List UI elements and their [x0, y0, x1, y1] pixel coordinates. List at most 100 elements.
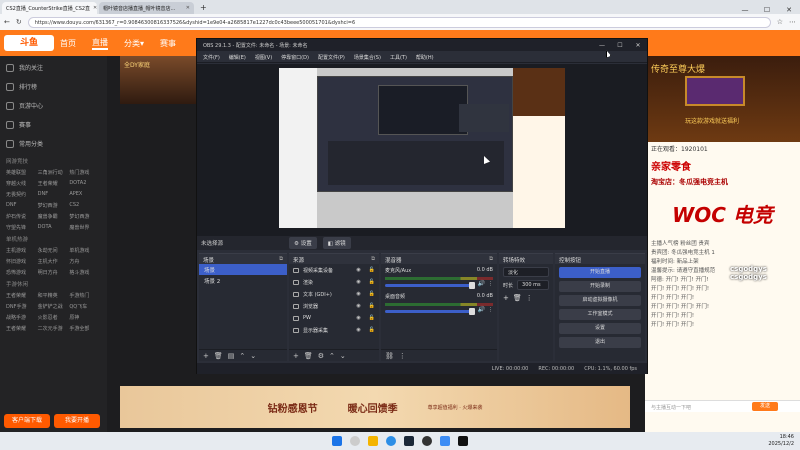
category-link[interactable]: 手游热门 — [69, 292, 101, 299]
eye-icon[interactable]: ◉ — [356, 327, 360, 333]
dock-menu-icon[interactable]: ⧉ — [371, 256, 375, 262]
download-client-button[interactable]: 客户端下载 — [4, 414, 50, 428]
category-link[interactable]: 方舟 — [69, 258, 101, 265]
start-streaming-button[interactable]: 开始直播 — [559, 267, 641, 278]
duration-field[interactable]: 300 ms — [517, 280, 549, 290]
more-icon[interactable]: ⋮ — [526, 294, 533, 302]
new-tab-icon[interactable]: + — [200, 3, 207, 12]
source-item[interactable]: 渲染 ◉ 🔓 — [289, 276, 379, 288]
category-link[interactable]: 明日方舟 — [38, 269, 70, 276]
menu-docks[interactable]: 停靠窗口(D) — [281, 54, 309, 61]
refresh-icon[interactable]: ↻ — [16, 18, 22, 26]
dock-menu-icon[interactable]: ⧉ — [279, 256, 283, 262]
category-link[interactable]: 恐怖游戏 — [6, 269, 38, 276]
source-item[interactable]: 视频采集设备 ◉ 🔓 — [289, 264, 379, 276]
eye-icon[interactable]: ◉ — [356, 303, 360, 309]
star-icon[interactable]: ☆ — [777, 18, 783, 26]
add-icon[interactable]: + — [503, 294, 509, 302]
edge-browser-icon[interactable] — [386, 436, 396, 446]
add-icon[interactable]: + — [203, 352, 209, 360]
filters-button[interactable]: ◧ 滤镜 — [322, 237, 351, 249]
lock-icon[interactable]: 🔓 — [369, 291, 375, 297]
category-link[interactable]: 主机游戏 — [6, 247, 38, 254]
lock-icon[interactable]: 🔓 — [369, 279, 375, 285]
lock-icon[interactable]: 🔓 — [369, 267, 375, 273]
close-icon[interactable]: ✕ — [93, 5, 97, 11]
category-link[interactable]: DNF手游 — [6, 303, 38, 310]
category-link[interactable]: QQ飞车 — [69, 303, 101, 310]
preview-canvas[interactable] — [279, 68, 565, 228]
shop-ad[interactable]: 亲家零食 — [645, 155, 800, 175]
start-stream-button[interactable]: 我要开播 — [54, 414, 100, 428]
sidebar-item-common[interactable]: 常用分类 — [6, 134, 101, 153]
close-icon[interactable]: ✕ — [778, 6, 800, 14]
lock-icon[interactable]: 🔓 — [369, 315, 375, 321]
category-link[interactable]: APEX — [69, 191, 101, 198]
studio-mode-button[interactable]: 工作室模式 — [559, 309, 641, 320]
category-link[interactable]: 单机游戏 — [69, 247, 101, 254]
category-link[interactable]: 守望先锋 — [6, 224, 38, 231]
category-link[interactable]: 永劫无间 — [38, 247, 70, 254]
category-link[interactable]: DOTA — [38, 224, 70, 231]
promo-banner[interactable]: 钻粉感恩节 暖心回馈季 尊享超值福利 · 火爆来袭 — [120, 386, 630, 428]
category-link[interactable]: 无畏契约 — [6, 191, 38, 198]
taobao-ad[interactable]: 淘宝店：冬瓜强电竞主机 — [645, 175, 800, 188]
browser-tab[interactable]: CS2直播_CounterStrike直播_CS2直 ✕ — [2, 2, 97, 14]
category-link[interactable]: 英雄联盟 — [6, 169, 38, 176]
down-icon[interactable]: ⌄ — [340, 352, 346, 360]
game-ad[interactable]: 传奇至尊大爆 玩这款游戏就送福利 — [645, 56, 800, 142]
settings-button[interactable]: 设置 — [559, 323, 641, 334]
more-icon[interactable]: ⋮ — [399, 352, 406, 360]
eye-icon[interactable]: ◉ — [356, 267, 360, 273]
lock-icon[interactable]: 🔓 — [369, 327, 375, 333]
search-icon[interactable] — [350, 436, 360, 446]
steam-icon[interactable] — [404, 436, 414, 446]
category-link[interactable]: DNF — [38, 191, 70, 198]
add-icon[interactable]: + — [293, 352, 299, 360]
sidebar-item-follow[interactable]: 我的关注 — [6, 58, 101, 77]
zed-icon[interactable] — [458, 436, 468, 446]
close-icon[interactable]: ✕ — [629, 42, 647, 49]
link-icon[interactable]: ⛓ — [385, 352, 394, 360]
category-link[interactable]: DNF — [6, 202, 38, 209]
category-link[interactable]: 主机大作 — [38, 258, 70, 265]
streamer-banner[interactable]: 全DY家庭 — [120, 56, 200, 104]
category-link[interactable]: 手游全部 — [69, 325, 101, 332]
gear-icon[interactable]: ⚙ — [318, 352, 324, 360]
source-item[interactable]: 显示器采集 ◉ 🔓 — [289, 324, 379, 336]
category-link[interactable]: 王者荣耀 — [6, 325, 38, 332]
eye-icon[interactable]: ◉ — [356, 315, 360, 321]
scene-item[interactable]: 场景 — [199, 264, 287, 275]
virtual-camera-button[interactable]: 启动虚拟摄像机 — [559, 295, 641, 306]
exit-button[interactable]: 退出 — [559, 337, 641, 348]
start-recording-button[interactable]: 开始录制 — [559, 281, 641, 292]
sidebar-item-games[interactable]: 页游中心 — [6, 96, 101, 115]
url-field[interactable]: https://www.douyu.com/631367_r=0.9084630… — [27, 16, 771, 28]
category-link[interactable]: 热门游戏 — [69, 169, 101, 176]
nav-live[interactable]: 直播 — [92, 37, 108, 50]
scene-item[interactable]: 场景 2 — [199, 275, 287, 286]
menu-profile[interactable]: 配置文件(P) — [318, 54, 345, 61]
site-logo[interactable]: 斗鱼 — [4, 35, 54, 51]
browser-tab[interactable]: 帽叶镜音店播直播_帽叶镜音店... ✕ — [99, 2, 194, 14]
properties-button[interactable]: ⚙ 设置 — [289, 237, 317, 249]
volume-slider[interactable] — [385, 281, 475, 289]
source-item[interactable]: 文本 (GDI+) ◉ 🔓 — [289, 288, 379, 300]
category-link[interactable]: DOTA2 — [69, 180, 101, 187]
category-link[interactable]: 二次元手游 — [38, 325, 70, 332]
trash-icon[interactable]: 🗑 — [304, 352, 313, 360]
category-link[interactable]: 王者荣耀 — [6, 292, 38, 299]
category-link[interactable]: 魔兽世界 — [69, 224, 101, 231]
volume-slider[interactable] — [385, 307, 475, 315]
menu-help[interactable]: 帮助(H) — [416, 54, 434, 61]
category-link[interactable]: CS2 — [69, 202, 101, 209]
nav-category[interactable]: 分类▾ — [124, 38, 144, 49]
source-item[interactable]: 浏览器 ◉ 🔓 — [289, 300, 379, 312]
category-link[interactable]: 金铲铲之战 — [38, 303, 70, 310]
category-link[interactable]: 格斗游戏 — [69, 269, 101, 276]
app-icon[interactable] — [440, 436, 450, 446]
down-icon[interactable]: ⌄ — [250, 352, 256, 360]
category-link[interactable]: 和平精英 — [38, 292, 70, 299]
sidebar-item-rank[interactable]: 排行榜 — [6, 77, 101, 96]
nav-home[interactable]: 首页 — [60, 38, 76, 49]
